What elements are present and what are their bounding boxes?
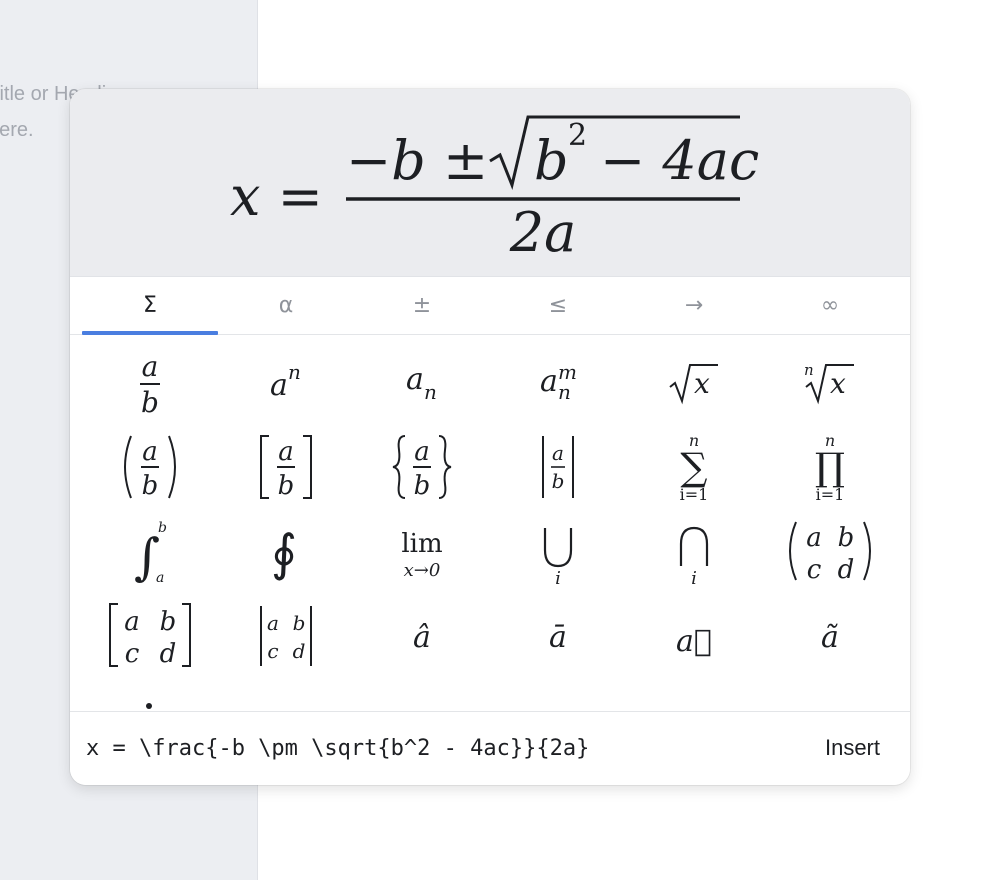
- numerator: a: [414, 437, 430, 467]
- subscript: n: [558, 380, 571, 404]
- matrix-d: d: [160, 639, 177, 669]
- equation-preview-render: x = −b ± b 2 − 4ac 2a: [230, 115, 759, 264]
- tab-misc[interactable]: ∞: [762, 277, 898, 334]
- template-nth-root[interactable]: n x: [762, 341, 898, 425]
- next-row-peek: [146, 703, 152, 709]
- template-fraction[interactable]: a b: [82, 341, 218, 425]
- index: i: [555, 568, 561, 588]
- template-brace-fraction[interactable]: a b: [354, 425, 490, 509]
- numerator: a: [278, 437, 294, 467]
- template-hat[interactable]: â: [354, 593, 490, 677]
- template-summation[interactable]: n ∑ i=1: [626, 425, 762, 509]
- equation-editor-popup: x = −b ± b 2 − 4ac 2a Σ α ± ≤ → ∞ a b a …: [70, 89, 910, 785]
- vector-accent: a⃗: [676, 624, 712, 659]
- limit-condition: x→0: [404, 560, 441, 581]
- lower-limit: a: [156, 570, 164, 586]
- upper-limit: b: [158, 520, 167, 536]
- tilde-accent: ã: [821, 620, 839, 655]
- bar-accent: ā: [549, 620, 567, 655]
- denominator: b: [414, 471, 431, 501]
- sigma-icon: ∑: [680, 445, 707, 489]
- lower-limit: i=1: [816, 485, 845, 504]
- matrix-c: c: [807, 555, 822, 585]
- tab-greek[interactable]: α: [218, 277, 354, 334]
- lower-limit: i=1: [680, 485, 709, 504]
- template-product[interactable]: n ∏ i=1: [762, 425, 898, 509]
- numerator: a: [142, 437, 158, 467]
- template-paren-fraction[interactable]: a b: [82, 425, 218, 509]
- matrix-a: a: [267, 611, 279, 635]
- template-grid: a b a n a n a m n x n x a b a b a b a b …: [82, 341, 898, 713]
- template-pmatrix[interactable]: a b c d: [762, 509, 898, 593]
- template-abs-fraction[interactable]: a b: [490, 425, 626, 509]
- template-vmatrix[interactable]: a b c d: [218, 593, 354, 677]
- tab-relations[interactable]: ≤: [490, 277, 626, 334]
- template-superscript[interactable]: a n: [218, 341, 354, 425]
- exponent: n: [288, 360, 301, 384]
- matrix-a: a: [806, 523, 822, 553]
- denominator: b: [141, 386, 159, 418]
- equation-exponent: 2: [568, 118, 587, 153]
- template-union[interactable]: i: [490, 509, 626, 593]
- lim-label: lim: [401, 529, 442, 559]
- latex-input-bar: Insert: [70, 711, 910, 785]
- template-definite-integral[interactable]: ∫ b a: [82, 509, 218, 593]
- denominator: b: [142, 471, 159, 501]
- subscript: n: [424, 380, 437, 404]
- equation-lhs: x =: [230, 165, 323, 228]
- tab-operators[interactable]: Σ: [82, 277, 218, 335]
- radicand: x: [830, 367, 846, 400]
- contour-integral-icon: ∮: [271, 524, 297, 582]
- numerator: a: [552, 441, 564, 465]
- template-bracket-fraction[interactable]: a b: [218, 425, 354, 509]
- product-icon: ∏: [815, 445, 845, 489]
- matrix-b: b: [293, 611, 306, 635]
- equation-numerator-left: −b ±: [346, 129, 488, 192]
- tab-arrows[interactable]: →: [626, 277, 762, 334]
- template-contour-integral[interactable]: ∮: [218, 509, 354, 593]
- denominator: b: [278, 471, 295, 501]
- insert-button[interactable]: Insert: [817, 728, 888, 768]
- base: a: [406, 362, 424, 397]
- matrix-a: a: [124, 607, 140, 637]
- matrix-d: d: [838, 555, 855, 585]
- template-square-root[interactable]: x: [626, 341, 762, 425]
- base: a: [540, 364, 558, 399]
- equation-denominator: 2a: [509, 201, 577, 264]
- matrix-b: b: [160, 607, 177, 637]
- hat-accent: â: [413, 620, 431, 655]
- equation-preview: x = −b ± b 2 − 4ac 2a: [70, 89, 910, 277]
- numerator: a: [142, 350, 159, 383]
- template-bmatrix[interactable]: a b c d: [82, 593, 218, 677]
- matrix-c: c: [267, 639, 278, 663]
- template-vector[interactable]: a⃗: [626, 593, 762, 677]
- symbol-category-tabs: Σ α ± ≤ → ∞: [70, 277, 910, 335]
- intersection-icon: [679, 526, 709, 566]
- base: a: [270, 368, 288, 403]
- index: i: [691, 568, 697, 588]
- matrix-c: c: [125, 639, 140, 669]
- matrix-d: d: [293, 639, 306, 663]
- denominator: b: [552, 469, 565, 493]
- equation-numerator-rest: − 4ac: [600, 129, 759, 192]
- template-tilde[interactable]: ã: [762, 593, 898, 677]
- template-limit[interactable]: lim x→0: [354, 509, 490, 593]
- template-intersection[interactable]: i: [626, 509, 762, 593]
- matrix-b: b: [838, 523, 855, 553]
- root-index: n: [804, 361, 814, 379]
- template-subscript[interactable]: a n: [354, 341, 490, 425]
- latex-input[interactable]: [86, 726, 766, 770]
- tab-binary[interactable]: ±: [354, 277, 490, 334]
- template-bar[interactable]: ā: [490, 593, 626, 677]
- union-icon: [543, 528, 573, 568]
- radicand: x: [694, 367, 710, 400]
- template-sub-superscript[interactable]: a m n: [490, 341, 626, 425]
- equation-radicand: b: [534, 129, 569, 192]
